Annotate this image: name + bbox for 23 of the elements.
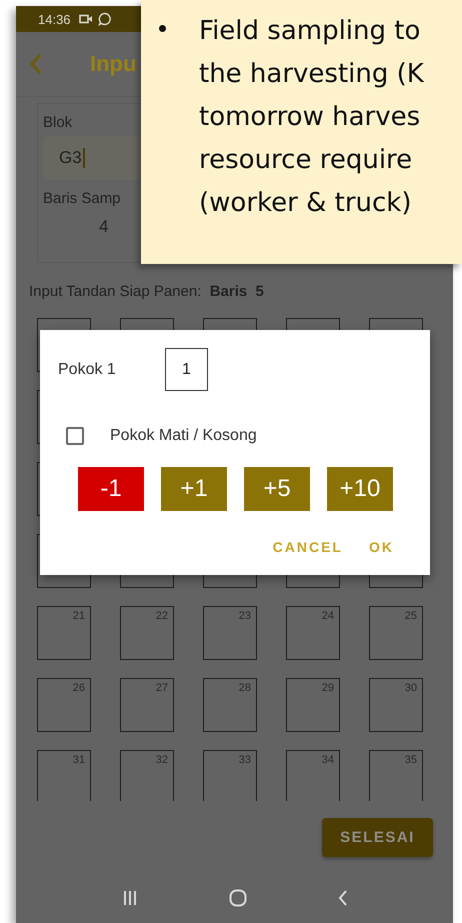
tree-number: 28 (238, 681, 252, 696)
tree-number: 35 (404, 753, 418, 768)
screen-title: Inpu (90, 51, 136, 77)
tree-number: 33 (238, 753, 252, 768)
tree-number: 31 (72, 753, 86, 768)
field-value: 4 (98, 216, 108, 238)
tree-number: 23 (238, 609, 252, 624)
tree-number: 29 (322, 681, 335, 696)
tree-number: 24 (322, 609, 335, 624)
dialog-title: Pokok 1 (58, 360, 117, 378)
tree-number: 27 (156, 681, 169, 696)
field-label: Baris Samp (43, 190, 121, 209)
grid-heading: Input Tandan Siap Panen: Baris 5 (29, 283, 265, 302)
checkbox-label: Pokok Mati / Kosong (110, 427, 257, 445)
field-label: Blok (43, 114, 72, 133)
tree-number: 26 (72, 681, 86, 696)
tree-number: 25 (404, 609, 418, 624)
status-time: 14:36 (38, 12, 71, 26)
tree-number: 21 (72, 609, 86, 624)
tree-number: 30 (404, 681, 418, 696)
tree-number: 34 (322, 753, 335, 768)
tree-number: 32 (156, 753, 169, 768)
tree-number: 22 (156, 609, 169, 624)
